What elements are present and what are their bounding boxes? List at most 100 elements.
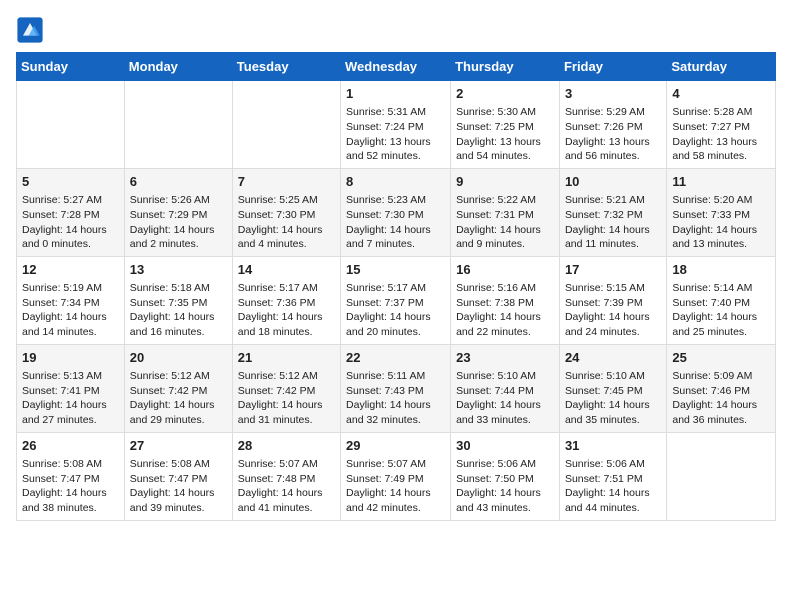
day-info: Sunrise: 5:20 AM Sunset: 7:33 PM Dayligh… [672,193,770,252]
calendar-cell: 3 Sunrise: 5:29 AM Sunset: 7:26 PM Daylig… [559,81,666,169]
day-number: 5 [22,173,119,191]
weekday-header-thursday: Thursday [451,53,560,81]
day-info: Sunrise: 5:23 AM Sunset: 7:30 PM Dayligh… [346,193,445,252]
day-number: 14 [238,261,335,279]
calendar-week-row: 19 Sunrise: 5:13 AM Sunset: 7:41 PM Dayli… [17,344,776,432]
day-number: 23 [456,349,554,367]
calendar-cell: 9 Sunrise: 5:22 AM Sunset: 7:31 PM Daylig… [451,168,560,256]
day-number: 8 [346,173,445,191]
day-number: 31 [565,437,661,455]
day-info: Sunrise: 5:11 AM Sunset: 7:43 PM Dayligh… [346,369,445,428]
day-number: 4 [672,85,770,103]
day-number: 29 [346,437,445,455]
day-info: Sunrise: 5:27 AM Sunset: 7:28 PM Dayligh… [22,193,119,252]
weekday-header-friday: Friday [559,53,666,81]
day-number: 12 [22,261,119,279]
calendar-cell: 6 Sunrise: 5:26 AM Sunset: 7:29 PM Daylig… [124,168,232,256]
day-info: Sunrise: 5:21 AM Sunset: 7:32 PM Dayligh… [565,193,661,252]
day-number: 28 [238,437,335,455]
day-number: 7 [238,173,335,191]
calendar-cell: 1Sunrise: 5:31 AM Sunset: 7:24 PM Daylig… [341,81,451,169]
day-info: Sunrise: 5:22 AM Sunset: 7:31 PM Dayligh… [456,193,554,252]
day-info: Sunrise: 5:07 AM Sunset: 7:49 PM Dayligh… [346,457,445,516]
calendar-cell: 5 Sunrise: 5:27 AM Sunset: 7:28 PM Daylig… [17,168,125,256]
calendar-cell: 16 Sunrise: 5:16 AM Sunset: 7:38 PM Dayli… [451,256,560,344]
weekday-header-sunday: Sunday [17,53,125,81]
day-info: Sunrise: 5:15 AM Sunset: 7:39 PM Dayligh… [565,281,661,340]
day-info: Sunrise: 5:17 AM Sunset: 7:37 PM Dayligh… [346,281,445,340]
day-number: 30 [456,437,554,455]
calendar-cell: 23 Sunrise: 5:10 AM Sunset: 7:44 PM Dayli… [451,344,560,432]
day-info: Sunrise: 5:16 AM Sunset: 7:38 PM Dayligh… [456,281,554,340]
day-number: 21 [238,349,335,367]
day-info: Sunrise: 5:28 AM Sunset: 7:27 PM Dayligh… [672,105,770,164]
logo [16,16,48,44]
calendar-cell: 21 Sunrise: 5:12 AM Sunset: 7:42 PM Dayli… [232,344,340,432]
calendar-cell: 29 Sunrise: 5:07 AM Sunset: 7:49 PM Dayli… [341,432,451,520]
day-info: Sunrise: 5:12 AM Sunset: 7:42 PM Dayligh… [238,369,335,428]
calendar-cell: 18Sunrise: 5:14 AM Sunset: 7:40 PM Dayli… [667,256,776,344]
weekday-header-saturday: Saturday [667,53,776,81]
weekday-header-tuesday: Tuesday [232,53,340,81]
day-info: Sunrise: 5:13 AM Sunset: 7:41 PM Dayligh… [22,369,119,428]
day-number: 11 [672,173,770,191]
calendar-cell [232,81,340,169]
calendar-week-row: 12 Sunrise: 5:19 AM Sunset: 7:34 PM Dayli… [17,256,776,344]
day-number: 10 [565,173,661,191]
day-info: Sunrise: 5:18 AM Sunset: 7:35 PM Dayligh… [130,281,227,340]
day-info: Sunrise: 5:25 AM Sunset: 7:30 PM Dayligh… [238,193,335,252]
calendar-cell: 7 Sunrise: 5:25 AM Sunset: 7:30 PM Daylig… [232,168,340,256]
day-info: Sunrise: 5:06 AM Sunset: 7:51 PM Dayligh… [565,457,661,516]
day-number: 18 [672,261,770,279]
day-number: 13 [130,261,227,279]
day-info: Sunrise: 5:30 AM Sunset: 7:25 PM Dayligh… [456,105,554,164]
calendar-cell: 10 Sunrise: 5:21 AM Sunset: 7:32 PM Dayli… [559,168,666,256]
calendar-cell: 15 Sunrise: 5:17 AM Sunset: 7:37 PM Dayli… [341,256,451,344]
weekday-header-wednesday: Wednesday [341,53,451,81]
day-info: Sunrise: 5:08 AM Sunset: 7:47 PM Dayligh… [22,457,119,516]
calendar-cell: 14 Sunrise: 5:17 AM Sunset: 7:36 PM Dayli… [232,256,340,344]
calendar-cell: 28 Sunrise: 5:07 AM Sunset: 7:48 PM Dayli… [232,432,340,520]
weekday-header-monday: Monday [124,53,232,81]
day-info: Sunrise: 5:12 AM Sunset: 7:42 PM Dayligh… [130,369,227,428]
calendar-cell [17,81,125,169]
day-number: 17 [565,261,661,279]
day-number: 24 [565,349,661,367]
logo-icon [16,16,44,44]
day-info: Sunrise: 5:10 AM Sunset: 7:44 PM Dayligh… [456,369,554,428]
day-number: 22 [346,349,445,367]
calendar-cell: 4 Sunrise: 5:28 AM Sunset: 7:27 PM Daylig… [667,81,776,169]
day-number: 25 [672,349,770,367]
day-number: 20 [130,349,227,367]
day-info: Sunrise: 5:17 AM Sunset: 7:36 PM Dayligh… [238,281,335,340]
calendar-cell: 20 Sunrise: 5:12 AM Sunset: 7:42 PM Dayli… [124,344,232,432]
calendar-cell: 11 Sunrise: 5:20 AM Sunset: 7:33 PM Dayli… [667,168,776,256]
day-info: Sunrise: 5:19 AM Sunset: 7:34 PM Dayligh… [22,281,119,340]
day-info: Sunrise: 5:07 AM Sunset: 7:48 PM Dayligh… [238,457,335,516]
day-info: Sunrise: 5:09 AM Sunset: 7:46 PM Dayligh… [672,369,770,428]
day-number: 9 [456,173,554,191]
day-info: Sunrise: 5:29 AM Sunset: 7:26 PM Dayligh… [565,105,661,164]
day-info: Sunrise: 5:31 AM Sunset: 7:24 PM Dayligh… [346,105,445,164]
day-number: 16 [456,261,554,279]
calendar-cell: 12 Sunrise: 5:19 AM Sunset: 7:34 PM Dayli… [17,256,125,344]
calendar-cell: 19 Sunrise: 5:13 AM Sunset: 7:41 PM Dayli… [17,344,125,432]
calendar-cell: 22 Sunrise: 5:11 AM Sunset: 7:43 PM Dayli… [341,344,451,432]
calendar-cell: 25 Sunrise: 5:09 AM Sunset: 7:46 PM Dayli… [667,344,776,432]
calendar-week-row: 1Sunrise: 5:31 AM Sunset: 7:24 PM Daylig… [17,81,776,169]
day-number: 6 [130,173,227,191]
day-number: 3 [565,85,661,103]
day-number: 19 [22,349,119,367]
calendar-cell: 30 Sunrise: 5:06 AM Sunset: 7:50 PM Dayli… [451,432,560,520]
day-number: 2 [456,85,554,103]
calendar-header: SundayMondayTuesdayWednesdayThursdayFrid… [17,53,776,81]
calendar-cell [667,432,776,520]
day-number: 27 [130,437,227,455]
day-number: 15 [346,261,445,279]
calendar-week-row: 26 Sunrise: 5:08 AM Sunset: 7:47 PM Dayli… [17,432,776,520]
day-info: Sunrise: 5:06 AM Sunset: 7:50 PM Dayligh… [456,457,554,516]
calendar-cell: 13 Sunrise: 5:18 AM Sunset: 7:35 PM Dayli… [124,256,232,344]
day-number: 26 [22,437,119,455]
calendar-cell: 8 Sunrise: 5:23 AM Sunset: 7:30 PM Daylig… [341,168,451,256]
day-info: Sunrise: 5:26 AM Sunset: 7:29 PM Dayligh… [130,193,227,252]
